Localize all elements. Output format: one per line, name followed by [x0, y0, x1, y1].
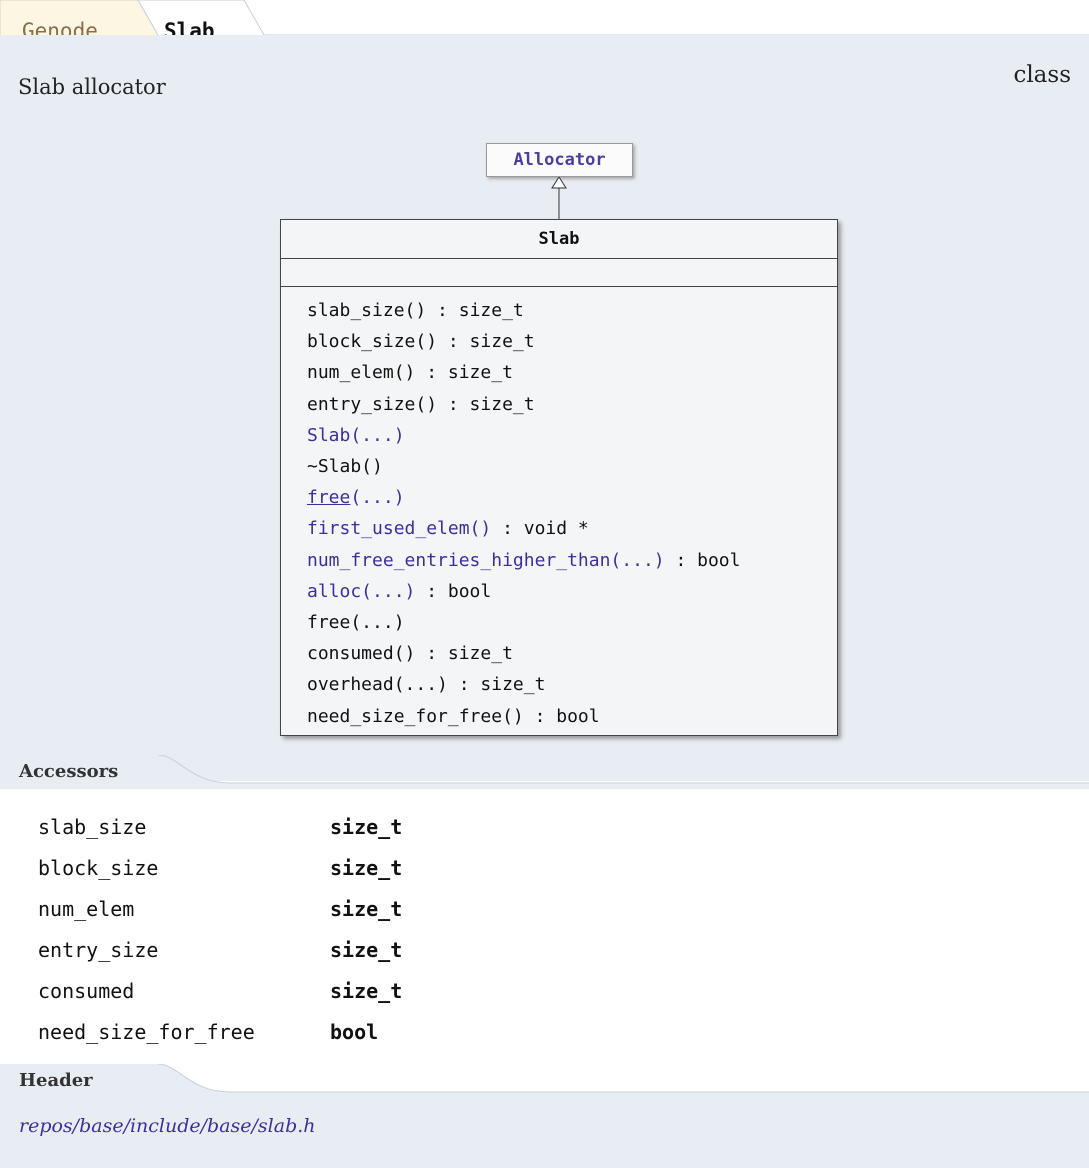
accessor-type: size_t [330, 815, 403, 839]
uml-operation-name: need_size_for_free() [307, 705, 524, 727]
uml-operation: overhead(...) : size_t [307, 669, 837, 700]
uml-operation-return: : void * [491, 518, 589, 540]
uml-operation[interactable]: alloc(...) : bool [307, 576, 837, 607]
uml-operation[interactable]: first_used_elem() : void * [307, 513, 837, 544]
uml-operation-name[interactable]: Slab(...) [307, 425, 405, 446]
uml-class-box: Slab slab_size() : size_t block_size() : … [280, 219, 838, 736]
uml-operation: need_size_for_free() : bool [307, 701, 837, 732]
uml-operation-return: : bool [664, 549, 741, 571]
header-title: Header [19, 1070, 93, 1091]
accessors-title: Accessors [19, 761, 119, 782]
accessor-name: need_size_for_free [38, 1020, 255, 1044]
uml-operation-return: : size_t [437, 331, 535, 353]
accessors-tab: Accessors [0, 755, 1089, 789]
uml-operation: block_size() : size_t [307, 326, 837, 357]
uml-operation-return: : size_t [415, 362, 513, 384]
uml-operation-return: : bool [415, 580, 492, 602]
header-tab: Header [0, 1064, 1089, 1098]
header-tab-shape [0, 1064, 1089, 1098]
accessor-type: size_t [330, 856, 403, 880]
uml-operation: consumed() : size_t [307, 638, 837, 669]
base-class-link[interactable]: Allocator [486, 143, 633, 177]
uml-operation[interactable]: num_free_entries_higher_than(...) : bool [307, 545, 837, 576]
accessor-name: block_size [38, 856, 159, 880]
uml-operation: slab_size() : size_t [307, 295, 837, 326]
accessor-type: size_t [330, 897, 403, 921]
uml-operation-name: num_elem() [307, 362, 416, 384]
uml-operation-name: slab_size() [307, 300, 427, 321]
uml-operation-name: ~Slab() [307, 456, 383, 478]
uml-operation-name: free(...) [307, 612, 405, 634]
accessor-name: slab_size [38, 815, 147, 839]
kind-label: class [1013, 62, 1071, 88]
uml-operation-name[interactable]: first_used_elem() [307, 518, 491, 539]
accessor-name: consumed [38, 979, 135, 1003]
uml-operation[interactable]: Slab(...) [307, 420, 837, 451]
uml-operation: num_elem() : size_t [307, 357, 837, 388]
uml-operation-name: block_size() [307, 331, 438, 353]
uml-class-name: Slab [281, 220, 837, 259]
uml-operation: ~Slab() [307, 451, 837, 482]
uml-operation-return: : size_t [426, 300, 524, 321]
uml-operation-name: entry_size() [307, 393, 438, 415]
header-file-link[interactable]: repos/base/include/base/slab.h [19, 1115, 316, 1137]
accessor-type: size_t [330, 979, 403, 1003]
uml-operation-name[interactable]: alloc(...) [307, 581, 415, 602]
inheritance-arrow-icon [551, 177, 567, 219]
uml-operation: free(...) [307, 607, 837, 638]
uml-operation-name[interactable]: free(...) [307, 487, 405, 508]
uml-operation-return: : size_t [415, 643, 513, 665]
uml-operation-name: overhead(...) [307, 674, 448, 696]
uml-operation[interactable]: free(...) [307, 482, 837, 513]
accessor-type: size_t [330, 938, 403, 962]
uml-operation-return: : bool [523, 705, 600, 727]
uml-operation-return: : size_t [437, 393, 535, 415]
accessor-name: num_elem [38, 897, 135, 921]
uml-operation-return: : size_t [447, 674, 546, 696]
accessor-name: entry_size [38, 938, 159, 962]
uml-operations: slab_size() : size_t block_size() : size_… [281, 287, 837, 732]
class-summary: Slab allocator [18, 75, 166, 99]
uml-operation-name: consumed() [307, 643, 416, 665]
accessor-type: bool [330, 1020, 379, 1044]
uml-operation-name[interactable]: num_free_entries_higher_than(...) [307, 550, 665, 571]
accessors-tab-shape [0, 755, 1089, 789]
uml-operation: entry_size() : size_t [307, 389, 837, 420]
uml-attributes [281, 259, 837, 287]
